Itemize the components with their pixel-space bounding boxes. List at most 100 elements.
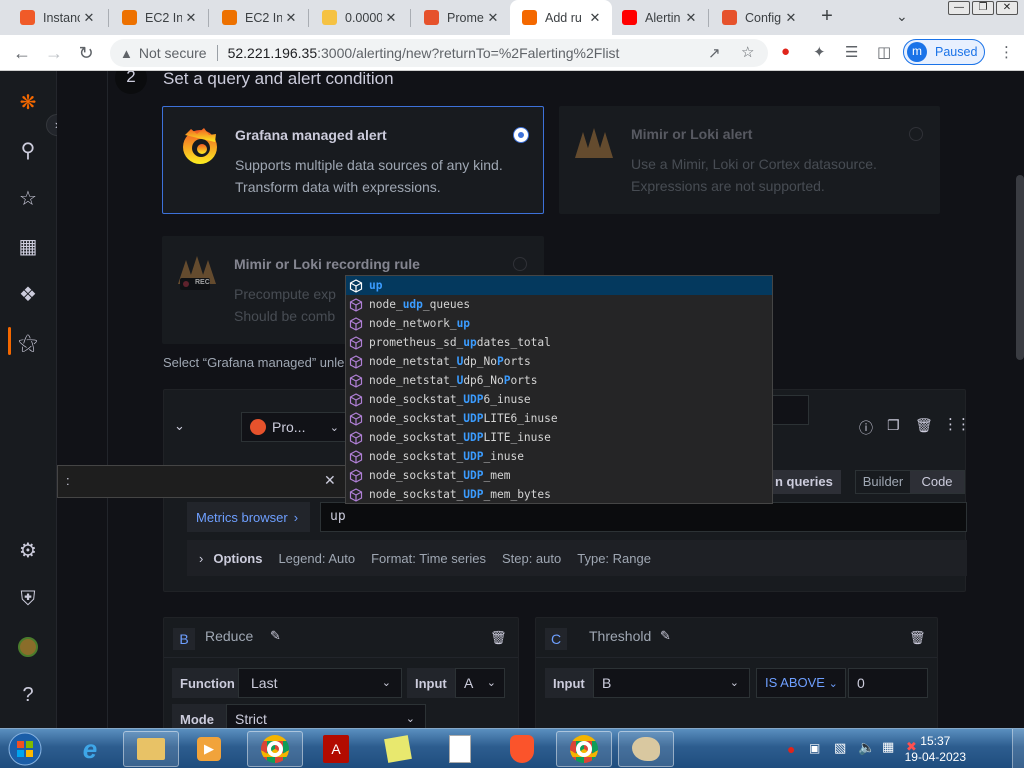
autocomplete-item[interactable]: node_ ud p _queues <box>346 295 772 314</box>
autocomplete-item[interactable]: node_sockstat_ UDP LITE_inuse <box>346 428 772 447</box>
network-icon[interactable]: ▦ <box>882 739 894 755</box>
browser-tab[interactable]: EC2 In ✕ <box>110 0 208 35</box>
browser-tab[interactable]: Add ru ✕ <box>510 0 612 35</box>
condition-operator-select[interactable]: IS ABOVE ⌄ <box>756 668 846 698</box>
brave-icon[interactable] <box>494 731 550 767</box>
volume-icon[interactable]: 🔈 <box>858 739 875 756</box>
tab-search-chevron-icon[interactable]: ⌄ <box>896 8 908 25</box>
collapse-chevron-icon[interactable]: ⌄ <box>174 418 185 434</box>
close-tab-icon[interactable]: ✕ <box>80 10 98 26</box>
extensions-icon[interactable]: ✦ <box>813 43 826 61</box>
reload-icon[interactable]: ↻ <box>75 43 97 64</box>
threshold-value-input[interactable]: 0 <box>848 668 928 698</box>
back-icon[interactable]: ← <box>11 43 33 64</box>
show-desktop-button[interactable] <box>1012 729 1024 768</box>
media-player-icon[interactable]: ▶ <box>181 731 237 767</box>
radio-unselected[interactable] <box>513 257 527 271</box>
bookmark-star-icon[interactable]: ☆ <box>741 43 754 61</box>
duplicate-icon[interactable]: ❐ <box>887 417 900 434</box>
page-scrollbar[interactable] <box>1016 175 1024 360</box>
autocomplete-item[interactable]: node_sockstat_ UDP 6_inuse <box>346 390 772 409</box>
mode-select[interactable]: Strict ⌄ <box>226 704 426 728</box>
autocomplete-item[interactable]: node_sockstat_ UDP _mem_bytes <box>346 485 772 503</box>
rule-type-mimir-loki-alert[interactable]: Mimir or Loki alert Use a Mimir, Loki or… <box>559 106 940 214</box>
edit-pencil-icon[interactable]: ✎ <box>660 628 671 644</box>
options-row[interactable]: › Options Legend: Auto Format: Time seri… <box>187 540 967 576</box>
security-status[interactable]: Not secure <box>139 45 207 61</box>
new-tab-button[interactable]: + <box>815 5 839 29</box>
autocomplete-item[interactable]: node_network_ up <box>346 314 772 333</box>
notepad-icon[interactable] <box>432 731 488 767</box>
starred-icon[interactable]: ☆ <box>16 187 40 211</box>
explore-compass-icon[interactable]: ❖ <box>16 283 40 307</box>
profile-button[interactable]: m Paused <box>903 39 985 65</box>
autocomplete-item[interactable]: prometheus_sd_ up dates_total <box>346 333 772 352</box>
close-window-button[interactable]: ✕ <box>996 1 1018 15</box>
rule-type-grafana-managed[interactable]: Grafana managed alert Supports multiple … <box>162 106 544 214</box>
configuration-gear-icon[interactable]: ⚙ <box>16 539 40 563</box>
delete-trash-icon[interactable]: 🗑 <box>490 630 507 646</box>
browser-tab[interactable]: Instanc ✕ <box>8 0 106 35</box>
help-circle-icon[interactable]: ⓘ <box>859 418 873 438</box>
close-icon[interactable]: ✕ <box>324 472 336 489</box>
tray-app-icon[interactable]: ▣ <box>809 741 820 755</box>
server-admin-shield-icon[interactable]: ⛨ <box>16 587 40 611</box>
side-panel-icon[interactable]: ◫ <box>877 43 891 61</box>
search-icon[interactable]: ⚲ <box>16 139 40 163</box>
autocomplete-item[interactable]: node_sockstat_ UDP _mem <box>346 466 772 485</box>
edit-pencil-icon[interactable]: ✎ <box>270 628 281 644</box>
delete-trash-icon[interactable]: 🗑 <box>915 417 933 434</box>
chrome-profile-icon[interactable] <box>556 731 612 767</box>
autocomplete-item[interactable]: up <box>346 276 772 295</box>
browser-tab[interactable]: Config ✕ <box>710 0 808 35</box>
metrics-browser-button[interactable]: Metrics browser › <box>187 502 310 532</box>
promql-code-editor[interactable]: up <box>320 502 967 532</box>
code-mode-button[interactable]: Code <box>910 471 964 493</box>
address-bar[interactable]: ▲ Not secure 52.221.196.35:3000/alerting… <box>110 39 768 67</box>
radio-selected[interactable] <box>514 128 528 142</box>
browser-tab[interactable]: Alertin ✕ <box>610 0 708 35</box>
warning-icon[interactable]: ▲ <box>120 46 133 61</box>
user-avatar[interactable] <box>16 635 40 659</box>
media-control-icon[interactable]: ☰ <box>845 43 858 61</box>
close-tab-icon[interactable]: ✕ <box>484 10 502 26</box>
radio-unselected[interactable] <box>909 127 923 141</box>
forward-icon[interactable]: → <box>43 43 65 64</box>
start-button[interactable] <box>2 731 48 767</box>
system-clock[interactable]: 15:37 19-04-2023 <box>905 733 966 765</box>
dashboards-icon[interactable]: ▦ <box>16 235 40 259</box>
datasource-picker[interactable]: Pro... ⌄ <box>241 412 346 442</box>
alerting-bell-icon[interactable]: ⚝ <box>16 331 40 355</box>
tray-device-icon[interactable]: ▧ <box>834 740 846 756</box>
close-tab-icon[interactable]: ✕ <box>682 10 700 26</box>
opera-extension-icon[interactable]: ● <box>781 43 790 60</box>
opera-tray-icon[interactable]: ● <box>787 741 795 757</box>
minimize-button[interactable]: — <box>948 1 970 15</box>
close-tab-icon[interactable]: ✕ <box>586 10 604 26</box>
grafana-logo-icon[interactable]: ❋ <box>16 91 40 115</box>
close-tab-icon[interactable]: ✕ <box>282 10 300 26</box>
browser-tab[interactable]: Prome ✕ <box>412 0 510 35</box>
browser-tab[interactable]: EC2 In ✕ <box>210 0 308 35</box>
help-icon[interactable]: ? <box>16 683 40 707</box>
maximize-button[interactable]: ❐ <box>972 1 994 15</box>
autocomplete-item[interactable]: node_sockstat_ UDP _inuse <box>346 447 772 466</box>
input-select[interactable]: B ⌄ <box>593 668 750 698</box>
input-select[interactable]: A ⌄ <box>455 668 505 698</box>
builder-mode-button[interactable]: Builder <box>856 471 910 493</box>
share-icon[interactable]: ↗ <box>708 44 721 62</box>
close-tab-icon[interactable]: ✕ <box>382 10 400 26</box>
file-explorer-icon[interactable] <box>123 731 179 767</box>
sticky-notes-icon[interactable] <box>370 731 426 767</box>
more-menu-icon[interactable]: ⋮ <box>999 43 1014 61</box>
browser-tab[interactable]: 0.0000 ✕ <box>310 0 408 35</box>
close-tab-icon[interactable]: ✕ <box>782 10 800 26</box>
pdf-reader-icon[interactable]: A <box>308 731 364 767</box>
run-queries-button[interactable]: n queries <box>767 470 841 494</box>
function-select[interactable]: Last ⌄ <box>238 668 402 698</box>
autocomplete-item[interactable]: node_netstat_ Udp6_No Ports <box>346 371 772 390</box>
close-tab-icon[interactable]: ✕ <box>182 10 200 26</box>
delete-trash-icon[interactable]: 🗑 <box>909 630 926 646</box>
paint-icon[interactable] <box>618 731 674 767</box>
autocomplete-item[interactable]: node_netstat_ Udp_No Ports <box>346 352 772 371</box>
